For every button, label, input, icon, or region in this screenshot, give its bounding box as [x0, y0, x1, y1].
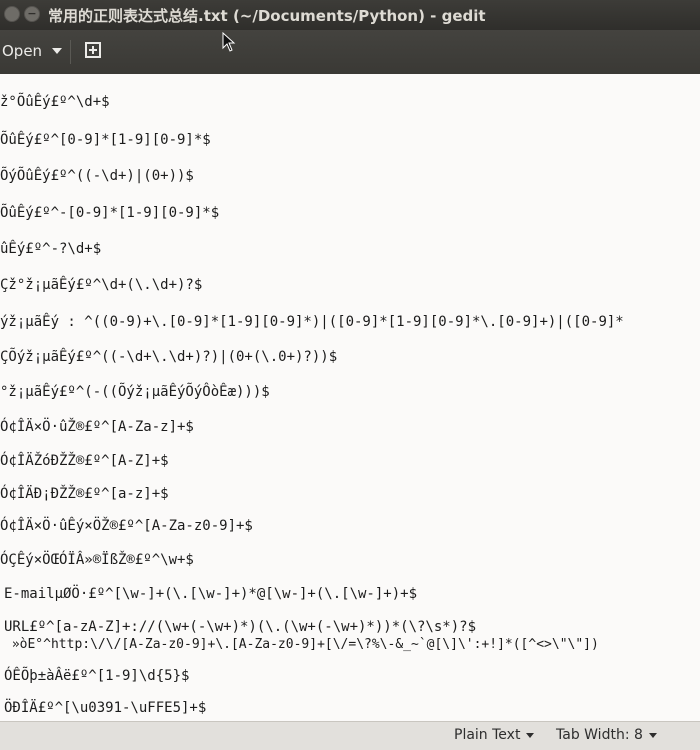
text-line: Çž°ž¡µãÊý£º^\d+(\.\d+)?$ [0, 277, 203, 293]
text-line: ÓÇÊý×ÖŒÓÏÂ»®ÏßŽ®£º^\w+$ [0, 552, 194, 568]
text-line: Ó¢ÎÄ×Ö·ûÊý×ÖŽ®£º^[A-Za-z0-9]+$ [0, 518, 253, 534]
text-editor[interactable]: ž°ÕûÊý£º^\d+$ ÕûÊý£º^[0-9]*[1-9][0-9]*$ … [0, 74, 700, 721]
status-bar: Plain Text Tab Width: 8 [0, 721, 700, 750]
toolbar-separator [70, 40, 71, 64]
text-line: ûÊý£º^-?\d+$ [0, 241, 102, 257]
chevron-down-icon [52, 48, 63, 54]
text-line: Ó¢ÎÄŽóÐŽŽ®£º^[A-Z]+$ [0, 453, 169, 469]
chevron-down-icon [526, 732, 535, 738]
text-line: ÕûÊý£º^-[0-9]*[1-9][0-9]*$ [0, 205, 220, 221]
close-window-button[interactable] [4, 6, 20, 22]
minimize-window-button[interactable]: − [24, 6, 40, 22]
minimize-icon: − [27, 7, 37, 20]
text-line: ýž¡µãÊý : ^((0-9)+\.[0-9]*[1-9][0-9]*)|(… [0, 314, 624, 330]
text-line: Ó¢ÎÄ×Ö·ûŽ®£º^[A-Za-z]+$ [0, 419, 194, 435]
chevron-down-icon [648, 732, 657, 738]
new-document-icon[interactable] [84, 41, 102, 59]
text-line: ÇÕýž¡µãÊý£º^((-\d+\.\d+)?)|(0+(\.0+)?))$ [0, 349, 338, 365]
language-label: Plain Text [454, 727, 521, 743]
mouse-pointer-icon [222, 32, 236, 52]
text-line: °ž¡µãÊý£º^(-((Õýž¡µãÊýÕýÔòÊæ)))$ [0, 384, 270, 400]
text-line: ÖÐÎÄ£º^[\u0391-\uFFE5]+$ [4, 700, 207, 716]
text-line: ž°ÕûÊý£º^\d+$ [0, 94, 110, 110]
language-selector[interactable]: Plain Text [454, 727, 535, 743]
open-button-label: Open [2, 42, 43, 60]
text-line: URL£º^[a-zA-Z]+://(\w+(-\w+)*)(\.(\w+(-\… [4, 619, 477, 635]
tab-width-label: Tab Width: 8 [556, 727, 643, 743]
open-button[interactable]: Open [0, 38, 68, 64]
text-line: ÕûÊý£º^[0-9]*[1-9][0-9]*$ [0, 132, 211, 148]
window-title: 常用的正则表达式总结.txt (~/Documents/Python) - ge… [48, 7, 486, 25]
text-line: Ó¢ÎÄÐ¡ÐŽŽ®£º^[a-z]+$ [0, 486, 169, 502]
title-bar: − 常用的正则表达式总结.txt (~/Documents/Python) - … [0, 0, 700, 30]
tab-width-selector[interactable]: Tab Width: 8 [556, 727, 657, 743]
text-line: ÓÊÕþ±àÂë£º^[1-9]\d{5}$ [4, 668, 190, 684]
text-line: »òE°^http:\/\/[A-Za-z0-9]+\.[A-Za-z0-9]+… [4, 637, 599, 652]
toolbar: Open [0, 30, 700, 74]
text-line: E-mailµØÖ·£º^[\w-]+(\.[\w-]+)*@[\w-]+(\.… [4, 586, 418, 602]
text-line: ÕýÕûÊý£º^((-\d+)|(0+))$ [0, 168, 194, 184]
